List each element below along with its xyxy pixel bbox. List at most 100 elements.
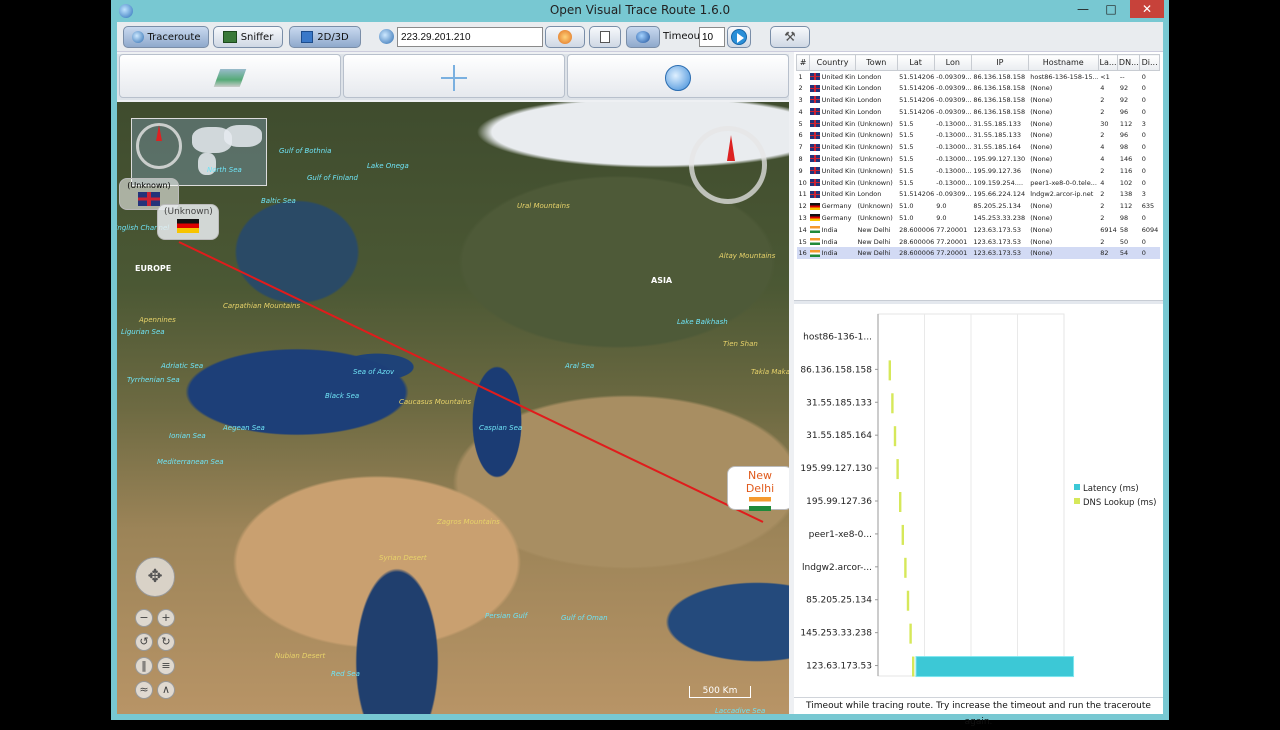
route-line xyxy=(178,241,764,523)
hop-cell: (Unknown) xyxy=(857,154,893,163)
hop-row[interactable]: 8 United Kin...(Unknown) 51.5 -0.13000...19… xyxy=(797,153,1160,165)
hop-row[interactable]: 14 India New Delhi 28.600006 77.20001 123.63.… xyxy=(797,224,1160,236)
hop-cell: 51.5 xyxy=(899,131,914,140)
map-label: Ligurian Sea xyxy=(121,328,165,336)
timeout-spinner[interactable] xyxy=(699,27,725,47)
map-label: North Sea xyxy=(207,166,242,174)
hop-row[interactable]: 4 United Kin...London 51.514206-0.09309...… xyxy=(797,106,1160,118)
rotate-left-icon[interactable]: ↺ xyxy=(135,633,153,651)
hop-row[interactable]: 10United Kin...(Unknown)51.5-0.13000...1… xyxy=(797,177,1160,189)
column-header[interactable]: Hostname xyxy=(1027,54,1099,71)
hop-cell: (None) xyxy=(1030,131,1053,140)
hop-row[interactable]: 11United Kin...London 51.514206-0.09309..… xyxy=(797,188,1160,200)
country-flag-icon xyxy=(809,73,820,81)
map-label: Caspian Sea xyxy=(479,424,523,432)
results-panel: # Country Town Lat Lon IP Hostname La... DN... Di… xyxy=(794,52,1163,727)
map-label: Altay Mountains xyxy=(719,252,776,260)
hop-cell: 4 xyxy=(1100,154,1105,163)
hop-cell: 2 xyxy=(1100,202,1105,211)
view-2d3d-toggle[interactable]: 2D/3D xyxy=(289,26,361,48)
hop-cell: 51.5 xyxy=(899,178,914,187)
rotate-right-icon[interactable]: ↻ xyxy=(157,633,175,651)
column-header[interactable]: Country xyxy=(809,54,857,71)
legend-swatch-dns xyxy=(1074,498,1080,504)
target-host-input[interactable] xyxy=(397,27,543,47)
hop-row[interactable]: 3 United Kin...London 51.514206-0.09309...… xyxy=(797,94,1160,106)
sniffer-button[interactable]: Sniffer xyxy=(213,26,283,48)
column-header[interactable]: Lat xyxy=(896,54,935,71)
resolve-button[interactable] xyxy=(545,26,585,48)
map-label: Caucasus Mountains xyxy=(399,398,471,406)
overview-minimap[interactable] xyxy=(131,118,267,186)
traceroute-button[interactable]: Traceroute xyxy=(123,26,209,48)
hop-row[interactable]: 13 Germany (Unknown) 51.0 9.0 145.253.33.238 (… xyxy=(797,212,1160,224)
map-label: Zagros Mountains xyxy=(437,518,500,526)
hop-row[interactable]: 15 India New Delhi 28.600006 77.20001 123.63.… xyxy=(797,236,1160,248)
column-header[interactable]: La... xyxy=(1097,54,1119,71)
hop-row[interactable]: 1 United Kin...London 51.514206-0.09309...… xyxy=(797,71,1160,83)
hop-cell: 28.600006 xyxy=(899,237,935,246)
hop-cell: 50 xyxy=(1119,237,1129,246)
whois-button[interactable] xyxy=(626,26,660,48)
wireframe-globe-icon xyxy=(665,65,691,91)
hop-cell: 31.55.185.133 xyxy=(973,119,1021,128)
column-header[interactable]: Di... xyxy=(1139,54,1160,71)
hop-cell: 5 xyxy=(798,119,803,128)
hop-cell: (None) xyxy=(1030,95,1053,104)
hop-cell: 30 xyxy=(1100,119,1109,128)
close-button[interactable]: ✕ xyxy=(1130,0,1164,18)
map-label: ASIA xyxy=(651,276,673,285)
hop-row[interactable]: 2 United Kin...London 51.514206-0.09309...… xyxy=(797,82,1160,94)
status-bar: Timeout while tracing route. Try increas… xyxy=(794,697,1163,727)
import-button[interactable] xyxy=(589,26,621,48)
hop-row[interactable]: 16 India New Delhi 28.600006 77.20001 123.63.… xyxy=(796,247,1160,260)
map-label: Mediterranean Sea xyxy=(157,458,224,466)
hop-row[interactable]: 7 United Kin...(Unknown) 51.5 -0.13000...31… xyxy=(797,141,1160,153)
pan-control[interactable]: ✥ xyxy=(135,557,175,597)
column-header[interactable]: Lon xyxy=(933,54,972,71)
hop-balloon-de[interactable]: (Unknown) xyxy=(157,204,219,240)
settings-button[interactable]: ⚒ xyxy=(770,26,810,48)
compass-icon[interactable] xyxy=(689,126,767,204)
hop-balloon-india[interactable]: New Delhi xyxy=(727,466,789,511)
globe-view-tab[interactable] xyxy=(567,54,789,98)
zoom-out-icon[interactable]: − xyxy=(135,609,153,627)
maximize-button[interactable]: □ xyxy=(1097,0,1125,18)
y-tick-label: host86-136-1... xyxy=(803,332,872,342)
hop-table[interactable]: # Country Town Lat Lon IP Hostname La... DN... Di… xyxy=(795,54,1160,260)
hop-cell: 3 xyxy=(798,95,803,104)
hop-cell: 9 xyxy=(798,166,803,175)
hop-row[interactable]: 9 United Kin...(Unknown) 51.5 -0.13000...19… xyxy=(797,165,1160,177)
panel-splitter[interactable] xyxy=(794,300,1163,304)
hop-cell: 77.20001 xyxy=(934,247,972,260)
latency-chart-svg: host86-136-1... 86.136.158.158 31.55.185.1… xyxy=(800,313,1156,678)
hop-cell: 51.514206 xyxy=(899,190,935,199)
minimize-button[interactable]: — xyxy=(1069,0,1097,18)
hop-cell: 58 xyxy=(1119,225,1129,234)
column-header[interactable]: DN... xyxy=(1117,54,1141,71)
hop-cell: 28.600006 xyxy=(899,225,935,234)
dns-bar xyxy=(896,459,899,480)
zoom-in-icon[interactable]: + xyxy=(157,609,175,627)
hop-row[interactable]: 12 Germany (Unknown) 51.0 9.0 85.205.25.134 (N… xyxy=(797,200,1160,212)
hop-row[interactable]: 6 United Kin...(Unknown) 51.5 -0.13000...31… xyxy=(797,129,1160,141)
y-tick-label: 195.99.127.36 xyxy=(806,497,872,507)
terrain-icon[interactable]: ≈ xyxy=(135,681,153,699)
hop-cell: 14 xyxy=(798,225,807,234)
world-map[interactable]: Gulf of Bothnia Lake Onega Gulf of Finland… xyxy=(117,102,789,714)
hop-cell: 146 xyxy=(1119,154,1133,163)
start-trace-button[interactable] xyxy=(727,26,751,48)
hop-cell: New Delhi xyxy=(857,237,891,246)
hop-cell: 54 xyxy=(1117,247,1140,260)
elevation-icon[interactable]: ≡ xyxy=(157,657,175,675)
title-bar: Open Visual Trace Route 1.6.0 — □ ✕ xyxy=(111,0,1169,22)
y-tick-label: peer1-xe8-0... xyxy=(809,530,872,540)
hop-row[interactable]: 5United Kin...(Unknown)51.5-0.13000...31… xyxy=(797,118,1160,130)
tilt-icon[interactable]: ‖ xyxy=(135,657,153,675)
layers-tab[interactable] xyxy=(119,54,341,98)
column-header[interactable]: IP xyxy=(970,54,1029,71)
navigation-tab[interactable] xyxy=(343,54,565,98)
mountain-icon[interactable]: ∧ xyxy=(157,681,175,699)
column-header[interactable]: # xyxy=(795,54,811,71)
column-header[interactable]: Town xyxy=(855,54,898,71)
